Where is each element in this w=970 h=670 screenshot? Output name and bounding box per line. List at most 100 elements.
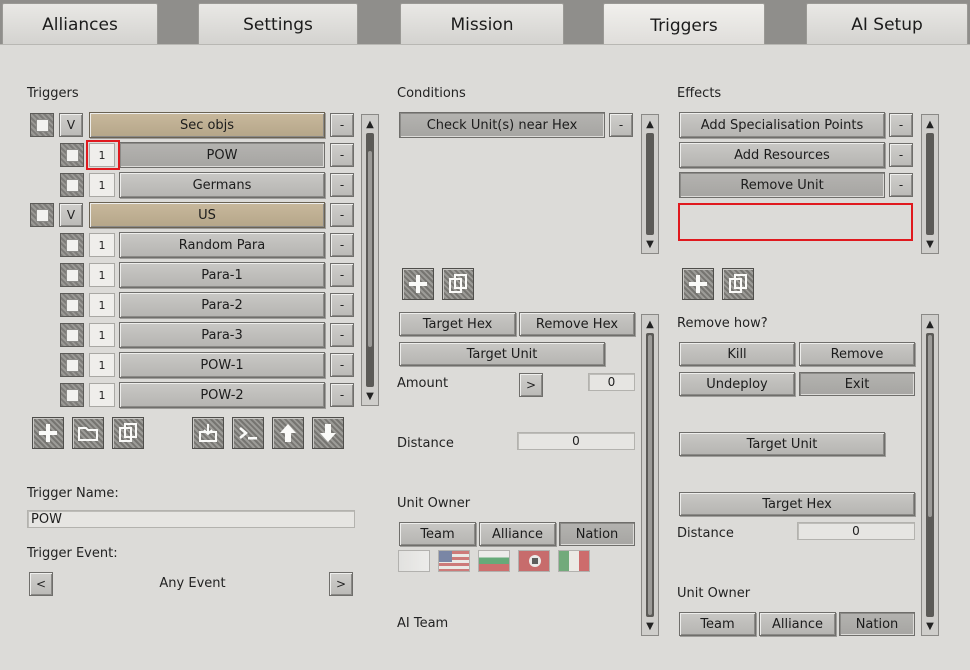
scroll-track[interactable]	[646, 333, 654, 617]
italy-flag[interactable]	[558, 550, 590, 572]
owner-alliance-button[interactable]: Alliance	[479, 522, 556, 546]
trigger-delete-button[interactable]: -	[330, 383, 354, 407]
trigger-item[interactable]: Para-2	[119, 292, 325, 318]
scroll-up-icon[interactable]: ▲	[642, 116, 658, 132]
effect-target-hex-button[interactable]: Target Hex	[679, 492, 915, 516]
tab-ai-setup[interactable]: AI Setup	[806, 3, 968, 45]
trigger-count[interactable]: 1	[89, 263, 115, 287]
trigger-count[interactable]: 1	[89, 323, 115, 347]
add-icon[interactable]	[402, 268, 434, 300]
add-icon[interactable]	[682, 268, 714, 300]
scroll-thumb[interactable]	[648, 335, 652, 615]
move-down-icon[interactable]	[312, 417, 344, 449]
trigger-delete-button[interactable]: -	[330, 113, 354, 137]
scroll-track[interactable]	[366, 133, 374, 387]
scroll-up-icon[interactable]: ▲	[922, 116, 938, 132]
trigger-checkbox[interactable]	[60, 323, 84, 347]
tab-triggers[interactable]: Triggers	[603, 3, 765, 47]
scroll-up-icon[interactable]: ▲	[642, 316, 658, 332]
import-icon[interactable]	[192, 417, 224, 449]
amount-increase-button[interactable]: >	[519, 373, 543, 397]
target-hex-button[interactable]: Target Hex	[399, 312, 516, 336]
scroll-thumb[interactable]	[928, 335, 932, 517]
scroll-down-icon[interactable]: ▼	[922, 236, 938, 252]
trigger-count[interactable]: 1	[89, 233, 115, 257]
remove-hex-button[interactable]: Remove Hex	[519, 312, 635, 336]
scroll-track[interactable]	[926, 133, 934, 235]
tab-mission[interactable]: Mission	[400, 3, 564, 45]
trigger-checkbox[interactable]	[60, 293, 84, 317]
trigger-item[interactable]: POW-1	[119, 352, 325, 378]
effects-detail-scrollbar[interactable]: ▲ ▼	[921, 314, 939, 636]
trigger-delete-button[interactable]: -	[330, 203, 354, 227]
trigger-count[interactable]: 1	[89, 383, 115, 407]
triggers-scrollbar[interactable]: ▲ ▼	[361, 114, 379, 406]
trigger-event-prev-button[interactable]: <	[29, 572, 53, 596]
tab-settings[interactable]: Settings	[198, 3, 358, 45]
effect-item[interactable]: Add Specialisation Points	[679, 112, 885, 138]
scroll-down-icon[interactable]: ▼	[362, 388, 378, 404]
effect-owner-nation-button[interactable]: Nation	[839, 612, 915, 636]
conditions-detail-scrollbar[interactable]: ▲ ▼	[641, 314, 659, 636]
copy-icon[interactable]	[112, 417, 144, 449]
scroll-down-icon[interactable]: ▼	[642, 236, 658, 252]
trigger-item[interactable]: POW-2	[119, 382, 325, 408]
blank-flag[interactable]	[398, 550, 430, 572]
move-up-icon[interactable]	[272, 417, 304, 449]
trigger-delete-button[interactable]: -	[330, 353, 354, 377]
condition-target-unit-button[interactable]: Target Unit	[399, 342, 605, 366]
add-icon[interactable]	[32, 417, 64, 449]
trigger-checkbox[interactable]	[60, 233, 84, 257]
trigger-delete-button[interactable]: -	[330, 263, 354, 287]
bulgaria-flag[interactable]	[478, 550, 510, 572]
copy-icon[interactable]	[722, 268, 754, 300]
amount-field[interactable]: 0	[588, 373, 635, 391]
trigger-item-germans[interactable]: Germans	[119, 172, 325, 198]
trigger-checkbox[interactable]	[60, 263, 84, 287]
trigger-item-pow[interactable]: POW	[119, 142, 325, 168]
trigger-group-checkbox[interactable]	[30, 203, 54, 227]
effect-owner-team-button[interactable]: Team	[679, 612, 756, 636]
trigger-event-next-button[interactable]: >	[329, 572, 353, 596]
scroll-down-icon[interactable]: ▼	[922, 618, 938, 634]
remove-how-kill-button[interactable]: Kill	[679, 342, 795, 366]
scroll-up-icon[interactable]: ▲	[922, 316, 938, 332]
trigger-delete-button[interactable]: -	[330, 173, 354, 197]
trigger-checkbox[interactable]	[60, 383, 84, 407]
tab-alliances[interactable]: Alliances	[2, 3, 158, 45]
trigger-delete-button[interactable]: -	[330, 323, 354, 347]
conditions-scrollbar[interactable]: ▲ ▼	[641, 114, 659, 254]
distance-field[interactable]: 0	[517, 432, 635, 450]
effect-item[interactable]: Remove Unit	[679, 172, 885, 198]
trigger-item[interactable]: Para-1	[119, 262, 325, 288]
condition-item[interactable]: Check Unit(s) near Hex	[399, 112, 605, 138]
trigger-group-sec-objs[interactable]: Sec objs	[89, 112, 325, 138]
trigger-delete-button[interactable]: -	[330, 143, 354, 167]
remove-how-remove-button[interactable]: Remove	[799, 342, 915, 366]
effect-owner-alliance-button[interactable]: Alliance	[759, 612, 836, 636]
effect-delete-button[interactable]: -	[889, 143, 913, 167]
copy-icon[interactable]	[442, 268, 474, 300]
trigger-checkbox[interactable]	[60, 353, 84, 377]
trigger-name-field[interactable]: POW	[27, 510, 355, 528]
trigger-item[interactable]: Para-3	[119, 322, 325, 348]
scroll-thumb[interactable]	[368, 151, 372, 347]
trigger-group-visible-toggle[interactable]: V	[59, 113, 83, 137]
trigger-group-checkbox[interactable]	[30, 113, 54, 137]
trigger-item[interactable]: Random Para	[119, 232, 325, 258]
effects-scrollbar[interactable]: ▲ ▼	[921, 114, 939, 254]
effect-target-unit-button[interactable]: Target Unit	[679, 432, 885, 456]
trigger-group-visible-toggle[interactable]: V	[59, 203, 83, 227]
scroll-up-icon[interactable]: ▲	[362, 116, 378, 132]
owner-team-button[interactable]: Team	[399, 522, 476, 546]
effect-distance-field[interactable]: 0	[797, 522, 915, 540]
trigger-delete-button[interactable]: -	[330, 233, 354, 257]
effect-delete-button[interactable]: -	[889, 113, 913, 137]
trigger-count[interactable]: 1	[89, 173, 115, 197]
console-icon[interactable]	[232, 417, 264, 449]
scroll-down-icon[interactable]: ▼	[642, 618, 658, 634]
trigger-count[interactable]: 1	[89, 293, 115, 317]
owner-nation-button[interactable]: Nation	[559, 522, 635, 546]
effect-delete-button[interactable]: -	[889, 173, 913, 197]
remove-how-undeploy-button[interactable]: Undeploy	[679, 372, 795, 396]
